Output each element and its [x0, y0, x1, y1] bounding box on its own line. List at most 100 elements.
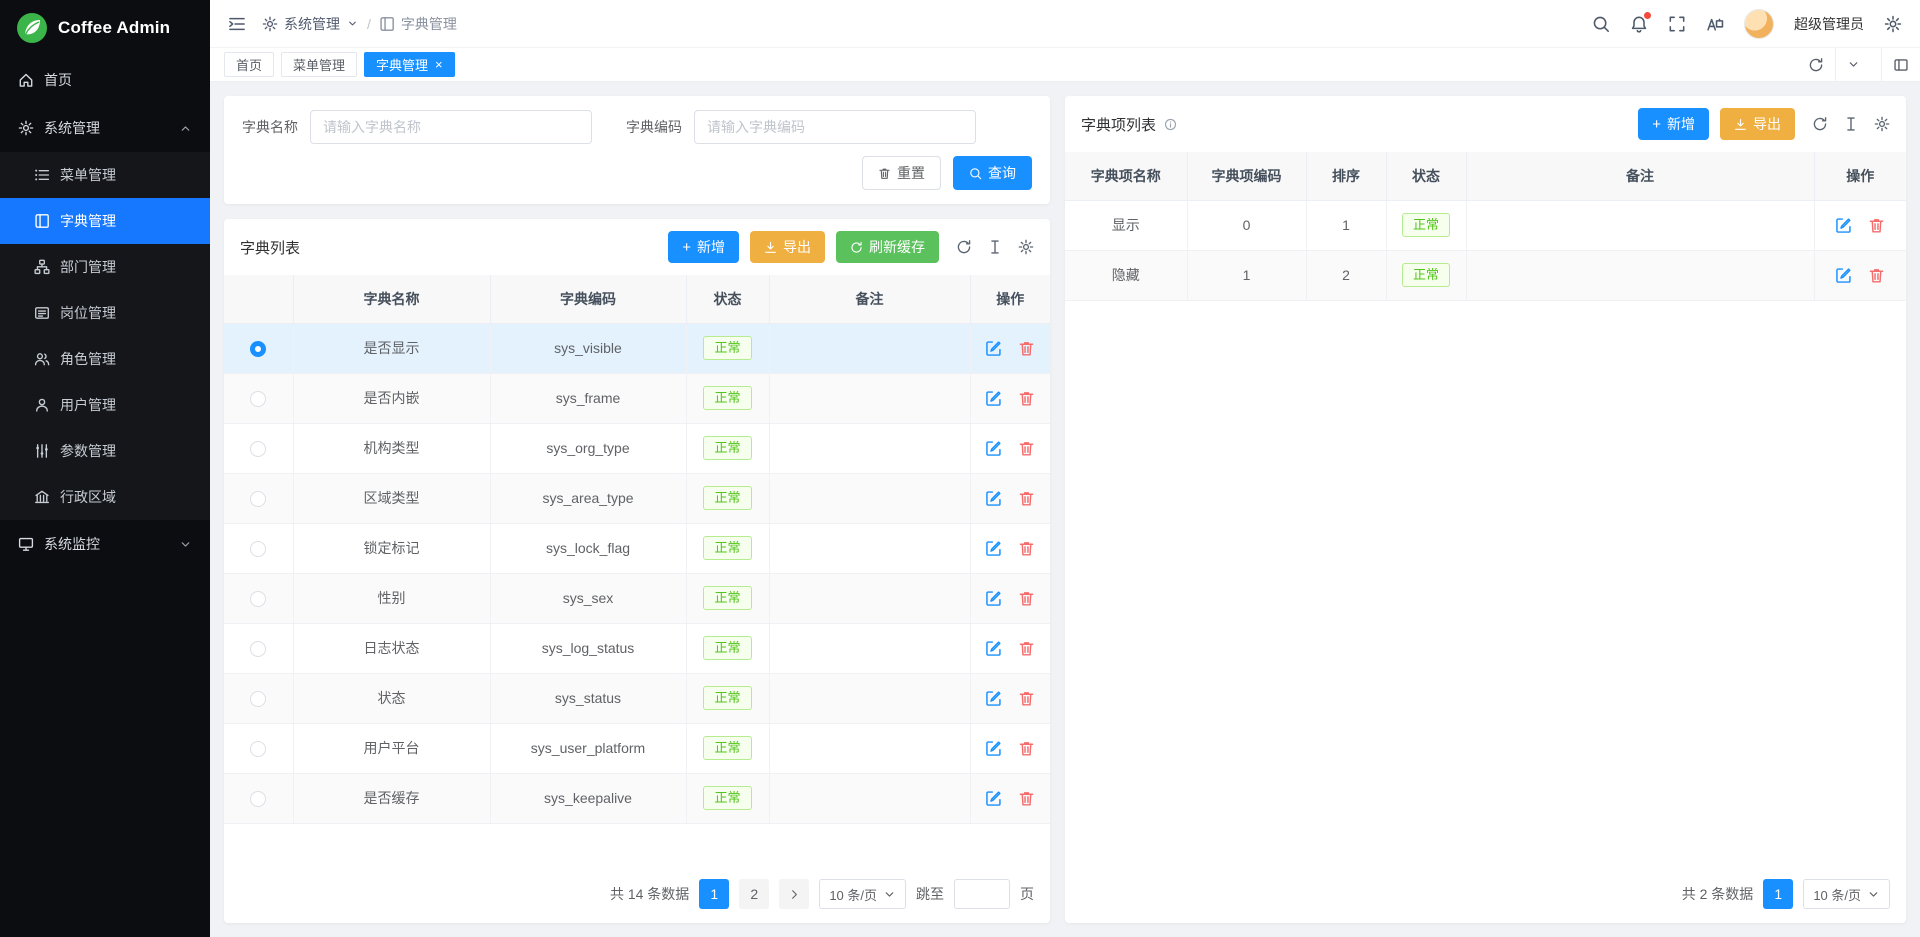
dict-code-cell: sys_visible [490, 323, 686, 373]
row-select-radio[interactable] [250, 541, 266, 557]
page-button-2[interactable]: 2 [739, 879, 769, 909]
delete-icon[interactable] [1018, 740, 1035, 757]
user-name[interactable]: 超级管理员 [1794, 14, 1864, 34]
sidebar-item-region-mgmt[interactable]: 行政区域 [0, 474, 210, 520]
page-size-select[interactable]: 10 条/页 [1803, 879, 1890, 909]
delete-icon[interactable] [1018, 440, 1035, 457]
sidebar-item-dict-mgmt[interactable]: 字典管理 [0, 198, 210, 244]
delete-icon[interactable] [1018, 790, 1035, 807]
delete-icon[interactable] [1018, 690, 1035, 707]
dict-table-row[interactable]: 用户平台sys_user_platform正常 [224, 723, 1050, 773]
export-dict-button[interactable]: 导出 [750, 231, 825, 263]
dict-table-row[interactable]: 是否显示sys_visible正常 [224, 323, 1050, 373]
row-select-radio[interactable] [250, 341, 266, 357]
edit-icon[interactable] [985, 390, 1002, 407]
sidebar-collapse-icon[interactable] [228, 15, 246, 33]
refresh-icon[interactable] [1797, 48, 1835, 81]
sidebar-item-home[interactable]: 首页 [0, 56, 210, 104]
search-icon[interactable] [1592, 15, 1610, 33]
tab-home[interactable]: 首页 [224, 52, 274, 77]
fullscreen-icon[interactable] [1668, 15, 1686, 33]
item-table-row[interactable]: 隐藏12正常 [1065, 250, 1906, 300]
dict-table-row[interactable]: 状态sys_status正常 [224, 673, 1050, 723]
sidebar-item-post-mgmt[interactable]: 岗位管理 [0, 290, 210, 336]
edit-icon[interactable] [985, 740, 1002, 757]
edit-icon[interactable] [985, 440, 1002, 457]
edit-icon[interactable] [1835, 217, 1852, 234]
edit-icon[interactable] [985, 590, 1002, 607]
refresh-icon[interactable] [1812, 116, 1828, 132]
sidebar-item-monitor-group[interactable]: 系统监控 [0, 520, 210, 568]
row-select-radio[interactable] [250, 591, 266, 607]
dict-name-input[interactable] [310, 110, 592, 144]
edit-icon[interactable] [1835, 267, 1852, 284]
sidebar-item-role-mgmt[interactable]: 角色管理 [0, 336, 210, 382]
next-page-button[interactable] [779, 879, 809, 909]
page-jump-input[interactable] [954, 879, 1010, 909]
dict-table-row[interactable]: 日志状态sys_log_status正常 [224, 623, 1050, 673]
delete-icon[interactable] [1018, 640, 1035, 657]
dict-table-row[interactable]: 锁定标记sys_lock_flag正常 [224, 523, 1050, 573]
layout-frame-icon[interactable] [1881, 48, 1920, 81]
sidebar-item-dept-mgmt[interactable]: 部门管理 [0, 244, 210, 290]
delete-icon[interactable] [1018, 540, 1035, 557]
dict-name-cell: 区域类型 [293, 473, 490, 523]
delete-icon[interactable] [1018, 490, 1035, 507]
row-density-icon[interactable] [987, 239, 1003, 255]
delete-icon[interactable] [1018, 390, 1035, 407]
tab-dict-mgmt[interactable]: 字典管理× [364, 52, 455, 77]
add-item-button[interactable]: +新增 [1638, 108, 1709, 140]
sidebar-item-menu-mgmt[interactable]: 菜单管理 [0, 152, 210, 198]
dict-table-row[interactable]: 机构类型sys_org_type正常 [224, 423, 1050, 473]
reset-button[interactable]: 重置 [862, 156, 941, 190]
page-button-1[interactable]: 1 [1763, 879, 1793, 909]
page-button-1[interactable]: 1 [699, 879, 729, 909]
info-icon[interactable] [1164, 118, 1177, 131]
chevron-down-icon[interactable] [1835, 48, 1871, 81]
tab-menu-mgmt[interactable]: 菜单管理 [281, 52, 357, 77]
delete-icon[interactable] [1018, 340, 1035, 357]
dict-table-row[interactable]: 区域类型sys_area_type正常 [224, 473, 1050, 523]
refresh-cache-button[interactable]: 刷新缓存 [836, 231, 939, 263]
row-select-radio[interactable] [250, 391, 266, 407]
translate-icon[interactable] [1706, 15, 1724, 33]
edit-icon[interactable] [985, 490, 1002, 507]
edit-icon[interactable] [985, 340, 1002, 357]
delete-icon[interactable] [1018, 590, 1035, 607]
edit-icon[interactable] [985, 540, 1002, 557]
breadcrumb-system[interactable]: 系统管理 [262, 14, 359, 34]
user-avatar[interactable] [1744, 9, 1774, 39]
dict-code-input[interactable] [694, 110, 976, 144]
add-dict-button[interactable]: +新增 [668, 231, 739, 263]
column-settings-gear-icon[interactable] [1874, 116, 1890, 132]
row-density-icon[interactable] [1843, 116, 1859, 132]
export-label: 导出 [1753, 114, 1781, 134]
row-select-radio[interactable] [250, 691, 266, 707]
dict-table-row[interactable]: 是否缓存sys_keepalive正常 [224, 773, 1050, 823]
sidebar-item-user-mgmt[interactable]: 用户管理 [0, 382, 210, 428]
row-select-radio[interactable] [250, 741, 266, 757]
edit-icon[interactable] [985, 790, 1002, 807]
page-size-select[interactable]: 10 条/页 [819, 879, 906, 909]
export-item-button[interactable]: 导出 [1720, 108, 1795, 140]
sidebar-item-param-mgmt[interactable]: 参数管理 [0, 428, 210, 474]
notification-bell-icon[interactable] [1630, 15, 1648, 33]
edit-icon[interactable] [985, 690, 1002, 707]
row-select-radio[interactable] [250, 441, 266, 457]
dict-table-row[interactable]: 性别sys_sex正常 [224, 573, 1050, 623]
close-icon[interactable]: × [435, 58, 443, 71]
row-select-radio[interactable] [250, 791, 266, 807]
query-button[interactable]: 查询 [953, 156, 1032, 190]
column-settings-gear-icon[interactable] [1018, 239, 1034, 255]
edit-icon[interactable] [985, 640, 1002, 657]
row-select-radio[interactable] [250, 641, 266, 657]
sidebar-item-system-group[interactable]: 系统管理 [0, 104, 210, 152]
refresh-icon[interactable] [956, 239, 972, 255]
delete-icon[interactable] [1868, 267, 1885, 284]
app-logo[interactable]: Coffee Admin [0, 0, 210, 56]
settings-gear-icon[interactable] [1884, 15, 1902, 33]
item-table-row[interactable]: 显示01正常 [1065, 200, 1906, 250]
dict-table-row[interactable]: 是否内嵌sys_frame正常 [224, 373, 1050, 423]
row-select-radio[interactable] [250, 491, 266, 507]
delete-icon[interactable] [1868, 217, 1885, 234]
